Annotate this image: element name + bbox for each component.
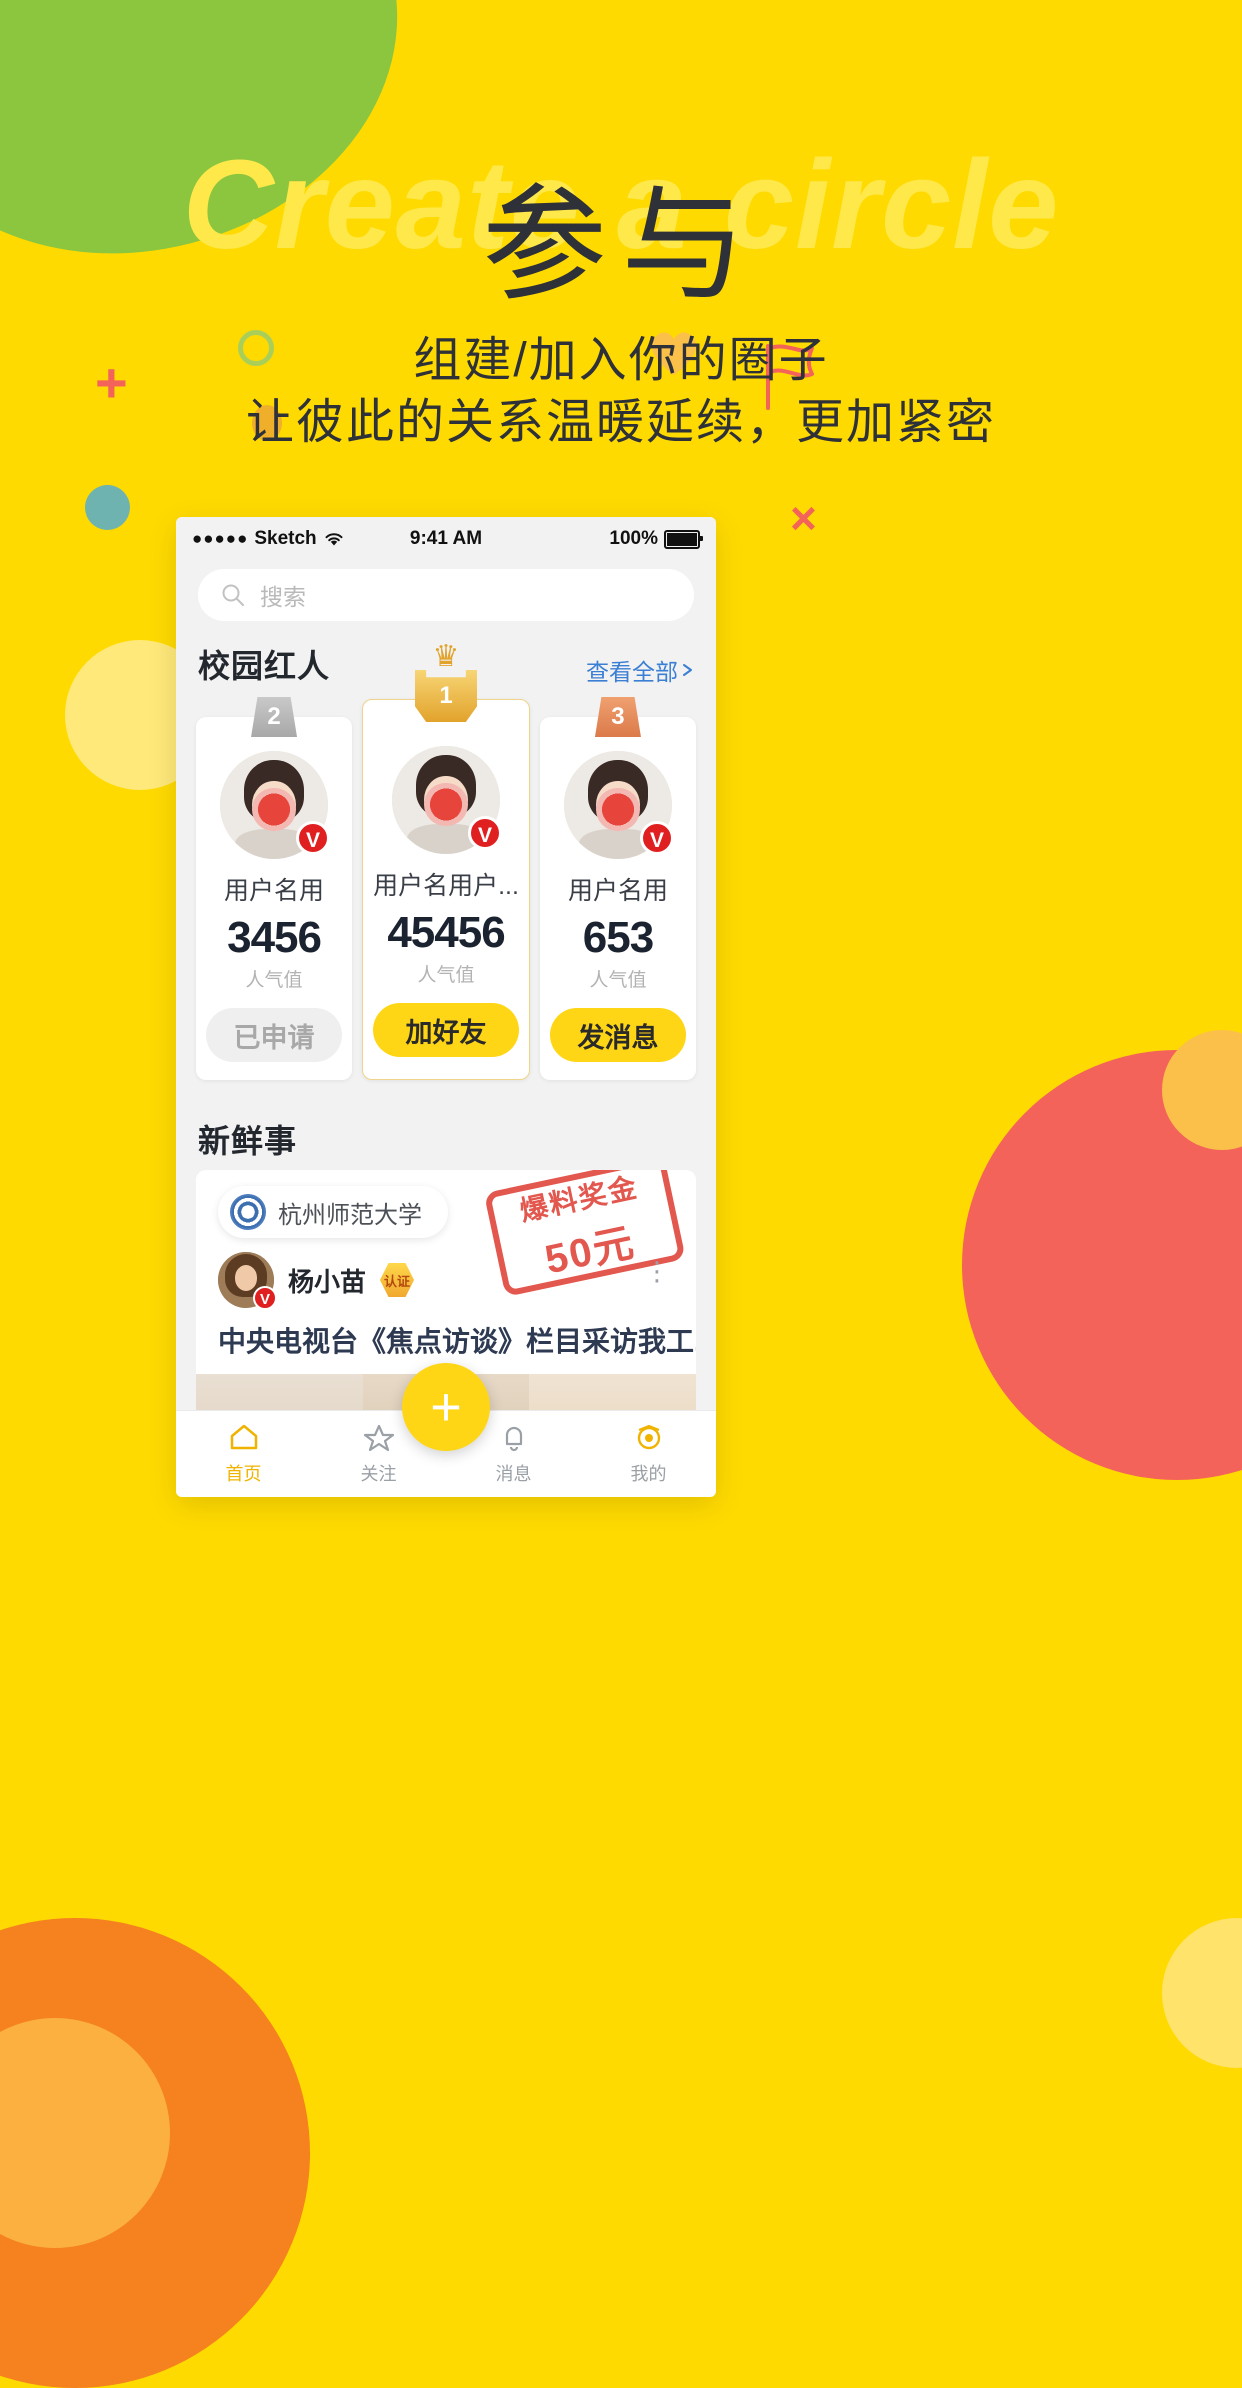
popularity-label: 人气值 [245, 970, 303, 991]
view-all-label: 查看全部 [586, 659, 678, 685]
avatar: V [392, 746, 502, 854]
popularity-value: 45456 [387, 908, 505, 957]
user-name: 用户名用 [224, 877, 325, 905]
signal-dots-icon: ●●●●● [192, 529, 249, 548]
tab-home[interactable]: 首页 [176, 1422, 311, 1486]
hero-subtitle-line-1: 组建/加入你的圈子 [413, 334, 829, 387]
feed-title: 新鲜事 [198, 1123, 298, 1159]
wifi-icon [325, 532, 343, 545]
page-title: 参与 [482, 176, 760, 315]
school-name: 杭州师范大学 [278, 1201, 422, 1229]
popularity-label: 人气值 [589, 970, 647, 991]
send-message-button[interactable]: 发消息 [549, 1008, 686, 1062]
school-tag[interactable]: 杭州师范大学 [218, 1186, 448, 1238]
tab-profile-label: 我的 [630, 1464, 667, 1484]
tab-profile[interactable]: 我的 [581, 1422, 716, 1486]
ranking-card-1[interactable]: ♛ 1 V 用户名用户... 45456 人气值 加好友 [362, 642, 530, 1080]
decor-circle-teal [85, 485, 130, 530]
verified-badge-icon: V [296, 821, 331, 855]
medal-icon: 认证 [380, 1263, 415, 1297]
ranking-cards: 2 V 用户名用 3456 人气值 已申请 ♛ 1 V 用户名用户... 454… [176, 642, 716, 1100]
popularity-value: 653 [582, 913, 654, 962]
verified-badge-icon: V [639, 821, 674, 855]
applied-button[interactable]: 已申请 [206, 1008, 343, 1062]
chevron-right-icon [683, 664, 692, 676]
home-icon [176, 1422, 311, 1454]
profile-icon [581, 1422, 716, 1454]
search-icon [222, 584, 244, 606]
avatar: V [563, 751, 674, 859]
decor-circle-pale-yellow-2 [1162, 1918, 1242, 2068]
battery-percent-label: 100% [609, 528, 658, 549]
author-name: 杨小苗 [288, 1266, 367, 1297]
create-post-fab[interactable]: + [402, 1363, 490, 1451]
search-input[interactable]: 搜索 [198, 569, 694, 621]
feed-section-header: 新鲜事 [176, 1100, 716, 1170]
user-name: 用户名用户... [373, 872, 519, 900]
rank-badge: 2 [251, 697, 298, 737]
ranking-title: 校园红人 [198, 648, 331, 684]
view-all-link[interactable]: 查看全部 [586, 653, 694, 687]
tab-messages-label: 消息 [495, 1464, 532, 1484]
popularity-label: 人气值 [417, 965, 475, 986]
ranking-card-3[interactable]: 3 V 用户名用 653 人气值 发消息 [539, 697, 696, 1080]
tab-home-label: 首页 [225, 1464, 262, 1484]
battery-icon [663, 529, 703, 549]
cross-icon: × [790, 492, 817, 544]
verified-badge-icon: V [253, 1286, 277, 1310]
user-name: 用户名用 [567, 877, 668, 905]
add-friend-button[interactable]: 加好友 [373, 1003, 519, 1057]
rank-badge: 1 [415, 670, 477, 722]
avatar: V [220, 751, 331, 859]
status-bar-time: 9:41 AM [409, 528, 483, 549]
post-header: V 杨小苗 认证 ⋮ [196, 1238, 696, 1310]
carrier-label: Sketch [254, 528, 317, 549]
crown-icon: ♛ [432, 640, 460, 673]
school-logo-icon [230, 1194, 266, 1230]
verified-badge-icon: V [468, 816, 502, 850]
author-avatar[interactable]: V [218, 1252, 277, 1310]
more-vertical-icon[interactable]: ⋮ [644, 1258, 670, 1283]
tab-follow-label: 关注 [360, 1464, 397, 1484]
rank-badge: 3 [594, 697, 641, 737]
search-placeholder: 搜索 [260, 584, 306, 610]
phone-mockup: ●●●●● Sketch 9:41 AM 100% 搜索 校园红人 查看全部 2… [176, 517, 716, 1497]
popularity-value: 3456 [227, 913, 322, 962]
hero-subtitle-line-2: 让彼此的关系温暖延续，更加紧密 [245, 396, 996, 449]
ranking-card-2[interactable]: 2 V 用户名用 3456 人气值 已申请 [196, 697, 353, 1080]
status-bar: ●●●●● Sketch 9:41 AM 100% [176, 517, 716, 561]
